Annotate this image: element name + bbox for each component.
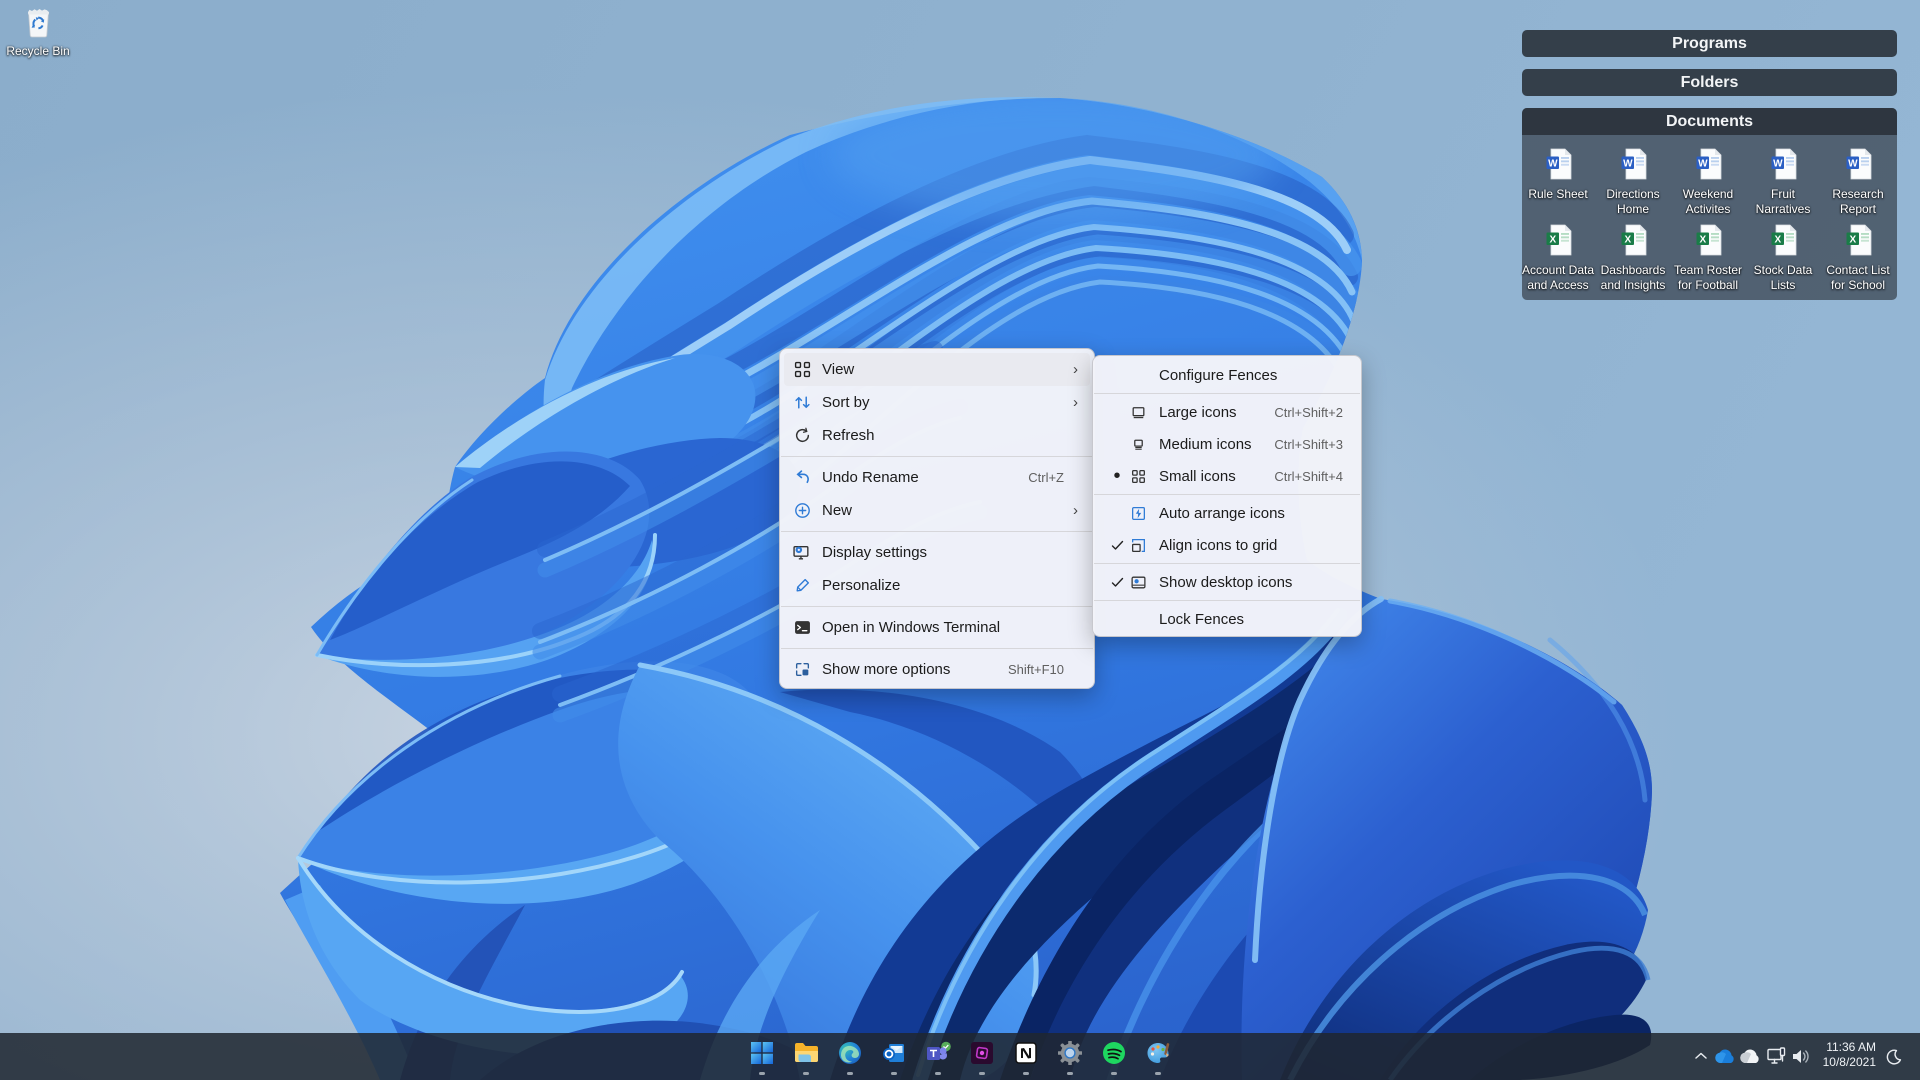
svg-text:W: W (1773, 158, 1783, 169)
svg-text:X: X (1774, 234, 1781, 245)
svg-text:W: W (1848, 158, 1858, 169)
svg-text:X: X (1849, 234, 1856, 245)
svg-text:W: W (1548, 158, 1558, 169)
svg-text:W: W (1623, 158, 1633, 169)
svg-text:X: X (1549, 234, 1556, 245)
svg-text:X: X (1699, 234, 1706, 245)
svg-text:X: X (1624, 234, 1631, 245)
svg-text:W: W (1698, 158, 1708, 169)
